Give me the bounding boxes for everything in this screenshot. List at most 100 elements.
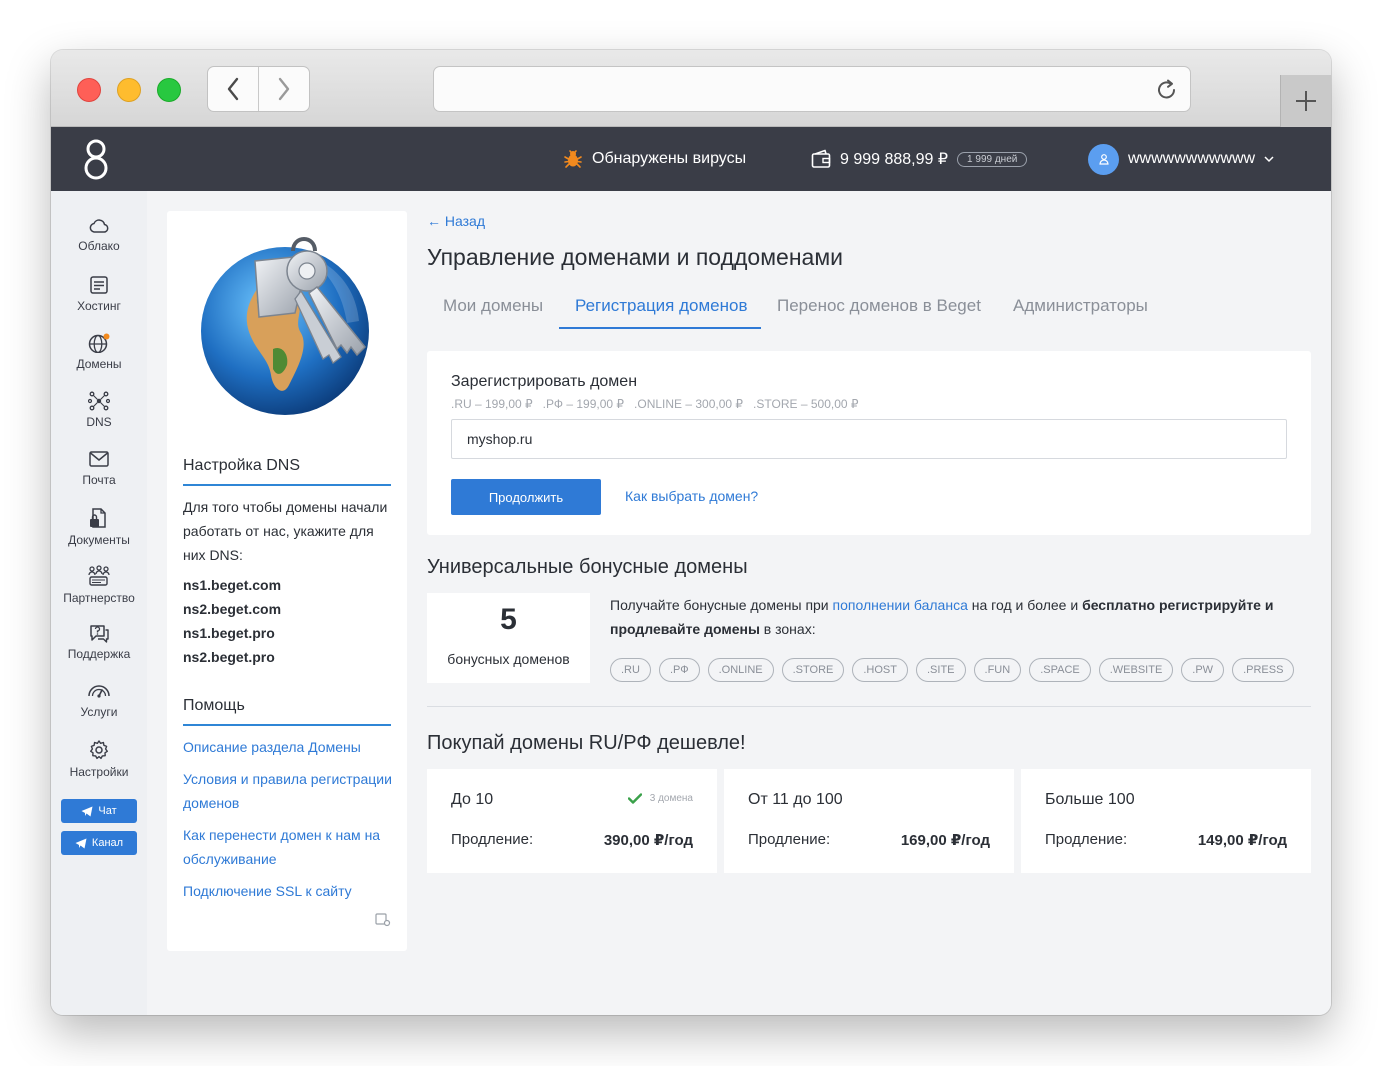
info-panel: Настройка DNS Для того чтобы домены нача… bbox=[167, 211, 407, 951]
top-up-balance-link[interactable]: пополнении баланса bbox=[833, 597, 968, 613]
avatar bbox=[1088, 143, 1119, 175]
zone-chip: .PRESS bbox=[1232, 658, 1295, 682]
zone-chip: .STORE bbox=[781, 658, 845, 682]
chat-button[interactable]: Чат bbox=[61, 799, 137, 823]
chevron-left-icon bbox=[227, 77, 239, 101]
new-tab-button[interactable] bbox=[1280, 75, 1331, 127]
bonus-text: Получайте бонусные домены при bbox=[610, 597, 833, 613]
active-tab-indicator bbox=[559, 327, 761, 329]
bonus-zones: .RU .РФ .ONLINE .STORE .HOST .SITE .FUN … bbox=[610, 658, 1295, 682]
user-menu[interactable]: wwwwwwwwwww bbox=[1088, 127, 1274, 191]
zone-chip: .SPACE bbox=[1029, 658, 1091, 682]
bonus-count: 5 bbox=[500, 603, 517, 636]
sidebar-item-dns[interactable]: DNS bbox=[51, 391, 147, 429]
renewal-label: Продление: bbox=[1045, 831, 1128, 848]
tab-domain-transfer[interactable]: Перенос доменов в Beget bbox=[777, 296, 981, 316]
tier-title: Больше 100 bbox=[1045, 791, 1135, 808]
documents-icon bbox=[90, 508, 106, 528]
help-title: Помощь bbox=[183, 697, 391, 726]
minimize-window-button[interactable] bbox=[117, 78, 141, 102]
plus-icon bbox=[1296, 91, 1316, 111]
zone-prices: .RU – 199,00 ₽ .РФ – 199,00 ₽ .ONLINE – … bbox=[451, 397, 859, 411]
browser-toolbar bbox=[51, 50, 1331, 127]
sidebar-item-label: Домены bbox=[76, 357, 122, 371]
beget-logo[interactable] bbox=[84, 138, 108, 180]
globe-icon bbox=[88, 333, 110, 353]
renewal-price: 169,00 ₽/год bbox=[900, 832, 990, 849]
sidebar-item-mail[interactable]: Почта bbox=[51, 449, 147, 487]
back-nav-button[interactable] bbox=[208, 67, 258, 111]
dns-instructions: Для того чтобы домены начали работать от… bbox=[183, 499, 388, 563]
bonus-text: на год и более и bbox=[967, 597, 1083, 613]
sidebar-item-domains[interactable]: Домены bbox=[51, 333, 147, 371]
zone-chip: .ONLINE bbox=[707, 658, 774, 682]
sidebar-item-documents[interactable]: Документы bbox=[51, 507, 147, 547]
telegram-icon bbox=[75, 838, 87, 848]
register-domain-card: Зарегистрировать домен .RU – 199,00 ₽ .Р… bbox=[427, 351, 1311, 535]
balance-widget[interactable]: 9 999 888,99 ₽ 1 999 дней bbox=[811, 127, 1028, 191]
channel-button[interactable]: Канал bbox=[61, 831, 137, 855]
zone-chip: .HOST bbox=[852, 658, 908, 682]
nameserver: ns1.beget.pro bbox=[183, 625, 275, 641]
help-link-transfer-domain[interactable]: Как перенести домен к нам на обслуживани… bbox=[183, 823, 393, 871]
sidebar-item-label: Облако bbox=[78, 239, 120, 253]
sidebar-item-support[interactable]: Поддержка bbox=[51, 623, 147, 661]
chat-label: Чат bbox=[98, 805, 117, 817]
sidebar-item-label: Документы bbox=[68, 533, 130, 547]
sidebar-item-hosting[interactable]: Хостинг bbox=[51, 275, 147, 313]
renewal-label: Продление: bbox=[451, 831, 534, 848]
sidebar-item-partnership[interactable]: Партнерство bbox=[51, 565, 147, 605]
sidebar-item-services[interactable]: Услуги bbox=[51, 681, 147, 719]
panel-settings-icon[interactable] bbox=[375, 913, 391, 927]
app-header: Обнаружены вирусы 9 999 888,99 ₽ 1 999 д… bbox=[51, 127, 1331, 191]
page-title: Управление доменами и поддоменами bbox=[427, 244, 843, 270]
nameserver: ns2.beget.pro bbox=[183, 649, 275, 665]
maximize-window-button[interactable] bbox=[157, 78, 181, 102]
sidebar-item-label: DNS bbox=[86, 415, 112, 429]
sidebar: Облако Хостинг Домены DNS Почта Документ… bbox=[51, 191, 147, 1015]
close-window-button[interactable] bbox=[77, 78, 101, 102]
section-divider bbox=[427, 706, 1311, 707]
nameserver: ns2.beget.com bbox=[183, 601, 282, 617]
zone-chip: .PW bbox=[1181, 658, 1225, 682]
zone-chip: .SITE bbox=[916, 658, 966, 682]
forward-nav-button[interactable] bbox=[258, 67, 309, 111]
hosting-icon bbox=[90, 276, 108, 294]
continue-button[interactable]: Продолжить bbox=[451, 479, 601, 515]
support-icon bbox=[90, 625, 109, 643]
how-to-choose-link[interactable]: Как выбрать домен? bbox=[625, 488, 758, 504]
chevron-right-icon bbox=[278, 77, 290, 101]
sidebar-item-label: Услуги bbox=[80, 705, 118, 719]
arrow-left-icon: ← bbox=[427, 213, 441, 229]
zone-chip: .РФ bbox=[658, 658, 700, 682]
help-link-ssl[interactable]: Подключение SSL к сайту bbox=[183, 879, 393, 903]
tier-badge: 3 домена bbox=[627, 793, 693, 804]
zone-chip: .FUN bbox=[973, 658, 1022, 682]
renewal-price: 390,00 ₽/год bbox=[603, 832, 693, 849]
sidebar-item-label: Почта bbox=[82, 473, 116, 487]
nameserver: ns1.beget.com bbox=[183, 577, 282, 593]
partnership-icon bbox=[88, 565, 110, 586]
sidebar-item-label: Поддержка bbox=[67, 647, 131, 661]
tab-my-domains[interactable]: Мои домены bbox=[443, 296, 543, 316]
sidebar-item-cloud[interactable]: Облако bbox=[51, 217, 147, 253]
back-label: Назад bbox=[444, 213, 486, 229]
renewal-price: 149,00 ₽/год bbox=[1197, 832, 1287, 849]
domain-input[interactable] bbox=[451, 419, 1287, 459]
reload-icon[interactable] bbox=[1154, 77, 1180, 103]
help-link-registration-rules[interactable]: Условия и правила регистрации доменов bbox=[183, 767, 393, 815]
balance-amount: 9 999 888,99 ₽ bbox=[840, 151, 949, 168]
tab-administrators[interactable]: Администраторы bbox=[1013, 296, 1148, 316]
browser-window: Обнаружены вирусы 9 999 888,99 ₽ 1 999 д… bbox=[51, 50, 1331, 1015]
tier-badge-text: 3 домена bbox=[649, 793, 693, 804]
tab-domain-registration[interactable]: Регистрация доменов bbox=[575, 296, 748, 316]
address-bar[interactable] bbox=[433, 66, 1191, 112]
cloud-icon bbox=[89, 219, 109, 233]
help-link-domains-description[interactable]: Описание раздела Домены bbox=[183, 735, 393, 759]
bonus-section-title: Универсальные бонусные домены bbox=[427, 556, 748, 578]
price-tier-card: До 10 3 домена Продление: 390,00 ₽/год bbox=[427, 769, 717, 873]
virus-alert[interactable]: Обнаружены вирусы bbox=[563, 127, 746, 191]
sidebar-item-settings[interactable]: Настройки bbox=[51, 739, 147, 779]
back-link[interactable]: ← Назад bbox=[427, 213, 485, 229]
dns-settings-title: Настройка DNS bbox=[183, 457, 391, 486]
